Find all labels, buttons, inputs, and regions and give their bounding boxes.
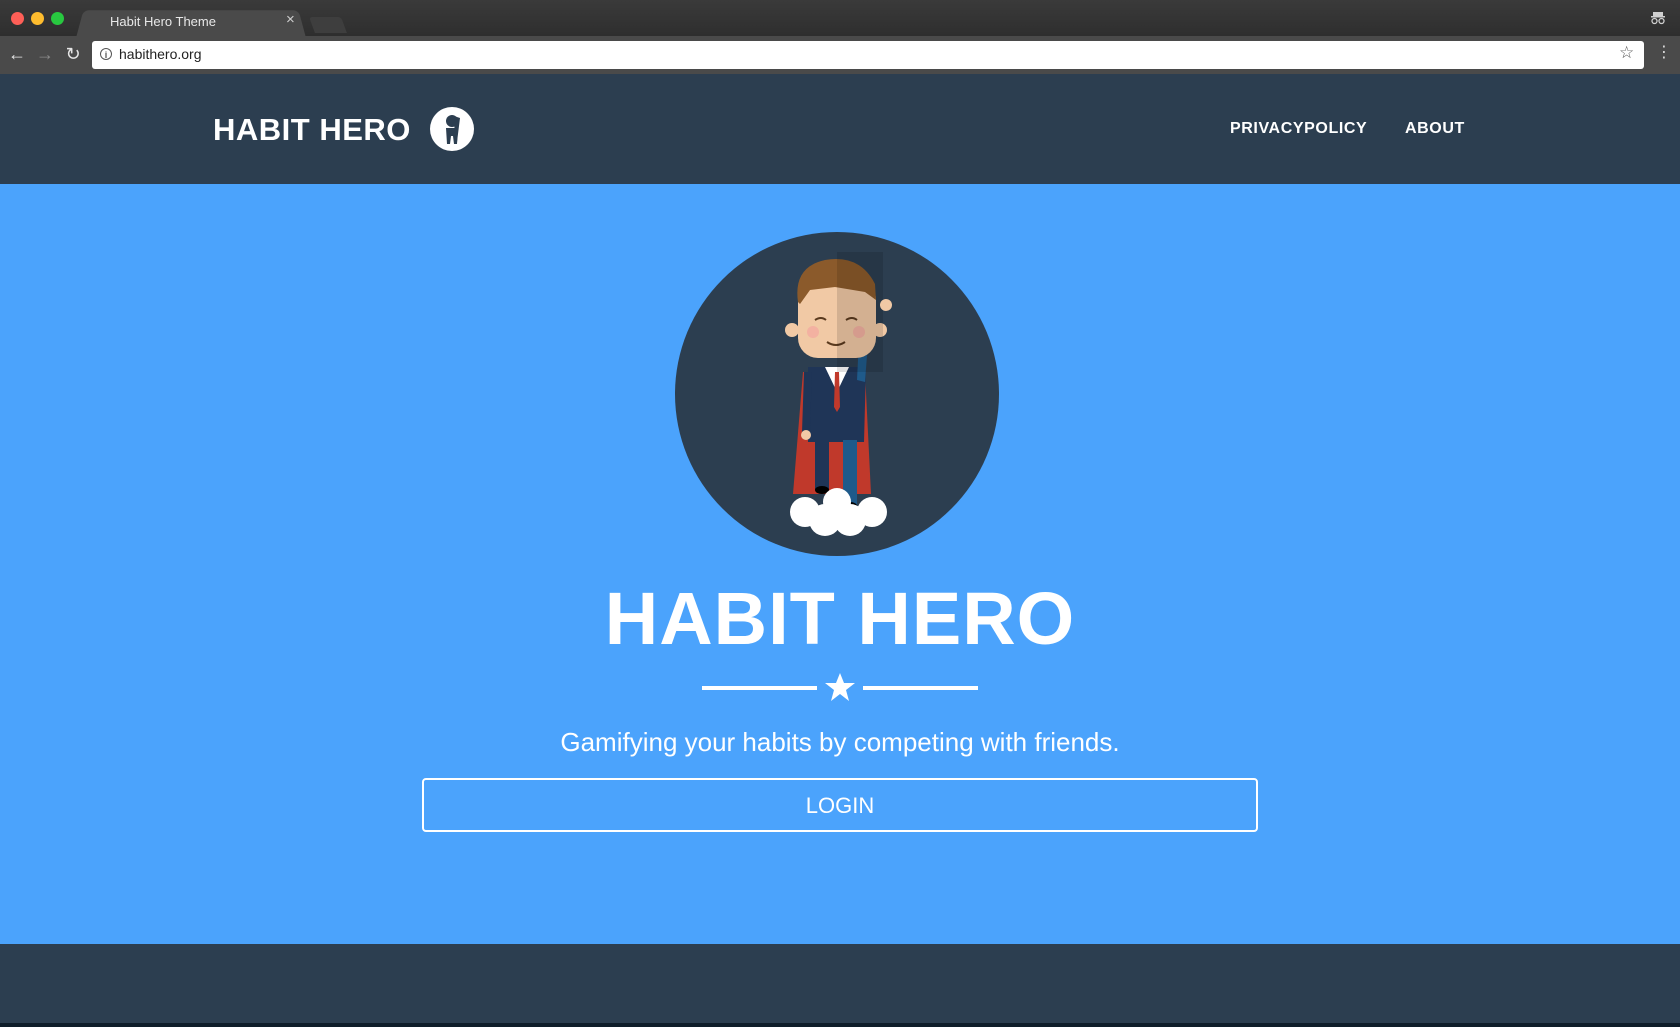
close-window-button[interactable] <box>11 12 24 25</box>
incognito-icon[interactable] <box>1650 10 1666 26</box>
tab-close-icon[interactable]: × <box>286 12 295 28</box>
url-text[interactable]: habithero.org <box>119 46 202 62</box>
new-tab-button[interactable] <box>309 17 347 33</box>
info-icon[interactable]: i <box>100 48 112 60</box>
nav-link-privacy-policy[interactable]: PRIVACYPOLICY <box>1230 120 1367 138</box>
page-footer <box>0 944 1680 1023</box>
bookmark-star-icon[interactable]: ☆ <box>1619 43 1634 63</box>
hero-title: HABIT HERO <box>604 577 1076 660</box>
hero-tagline: Gamifying your habits by competing with … <box>560 727 1120 757</box>
minimize-window-button[interactable] <box>31 12 44 25</box>
hero-avatar-image <box>675 232 999 556</box>
reload-icon[interactable]: ↻ <box>63 44 83 64</box>
address-bar[interactable] <box>92 41 1644 69</box>
forward-arrow-icon[interactable]: → <box>35 44 55 64</box>
nav-link-about[interactable]: ABOUT <box>1405 120 1465 138</box>
browser-window: Habit Hero Theme × ← → ↻ i habithero.org… <box>0 0 1680 1023</box>
browser-menu-icon[interactable]: ⋮ <box>1656 44 1672 62</box>
login-button[interactable]: LOGIN <box>422 778 1258 832</box>
maximize-window-button[interactable] <box>51 12 64 25</box>
back-arrow-icon[interactable]: ← <box>7 44 27 64</box>
tab-title: Habit Hero Theme <box>110 14 216 29</box>
hero-logo-icon[interactable] <box>429 106 475 152</box>
brand-title[interactable]: HABIT HERO <box>213 112 411 148</box>
star-divider-icon <box>702 673 978 701</box>
